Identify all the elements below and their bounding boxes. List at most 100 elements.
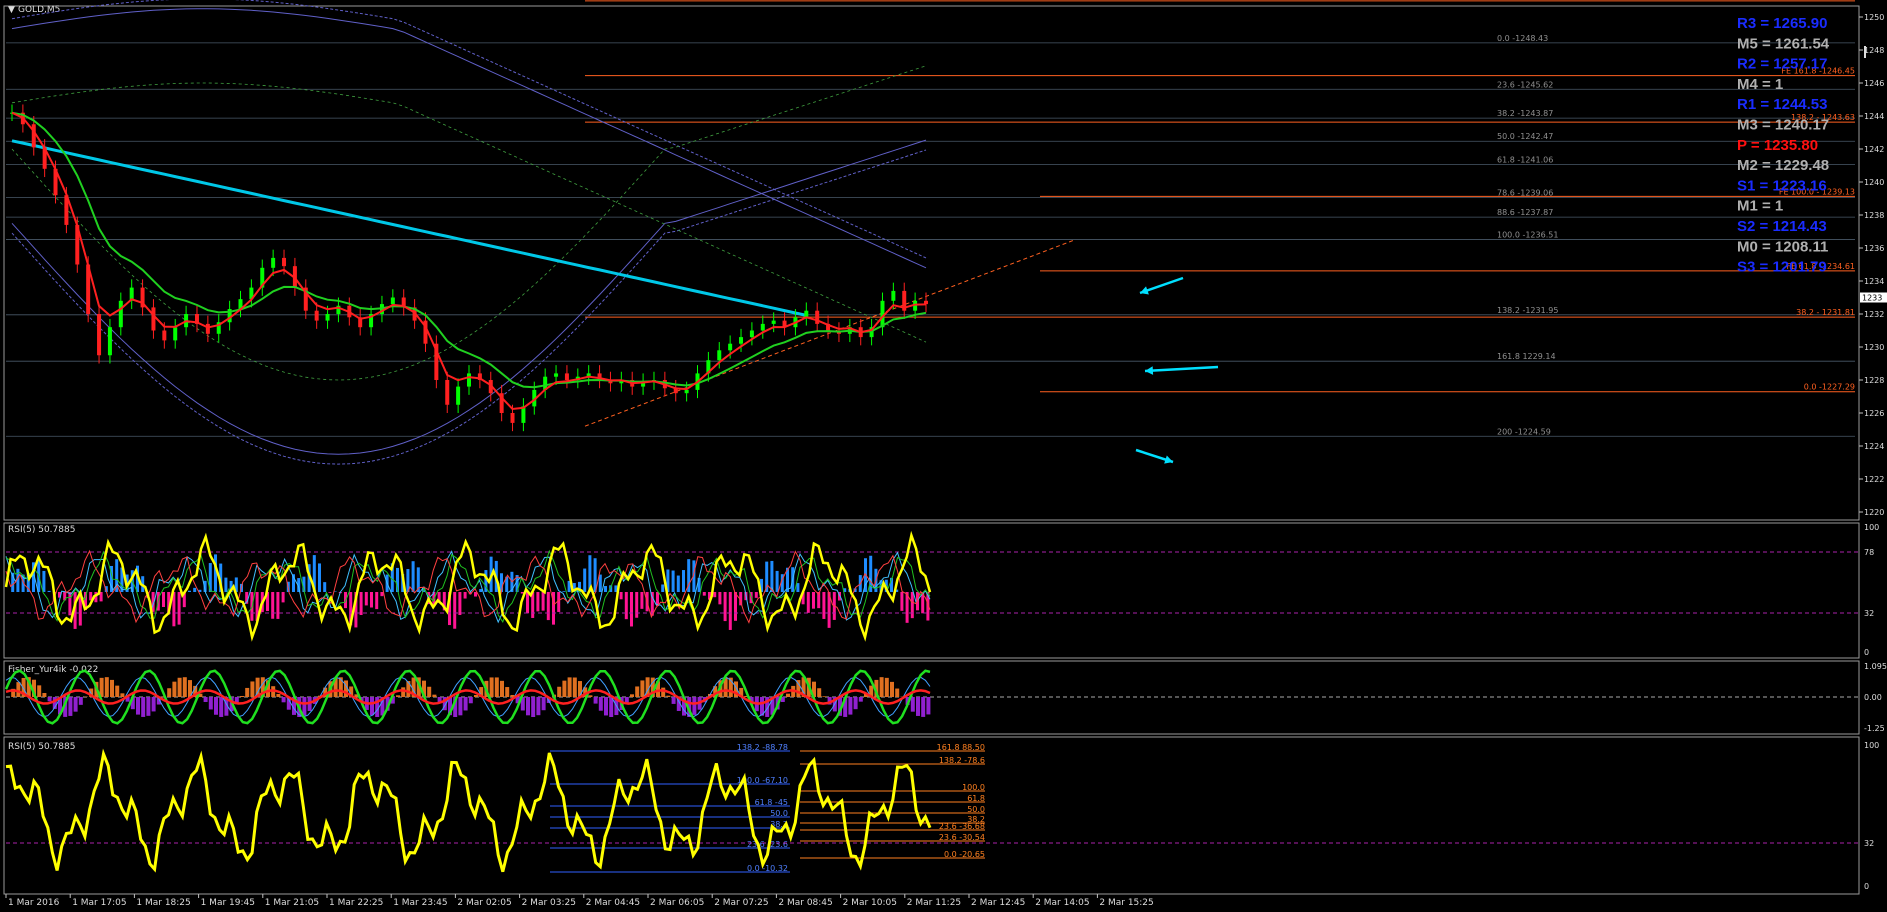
- fibo-label: 0.0 -1248.43: [1497, 34, 1548, 43]
- rsi-hist-bar: [562, 591, 565, 592]
- pivot-label: R2 = 1257.17: [1737, 56, 1828, 73]
- rsi-hist-bar: [812, 592, 815, 609]
- fisher-bar: [474, 695, 478, 697]
- fisher-bar: [79, 697, 83, 705]
- price-panel[interactable]: ▼ GOLD,M5 0.0 -1248.4323.6 -1245.6238.2 …: [4, 0, 1859, 520]
- time-label: 2 Mar 12:45: [971, 898, 1025, 908]
- fisher-bar: [588, 695, 592, 697]
- rsi-fibo-orange-label: 23.6 -36.68: [939, 822, 985, 831]
- menu-glyph[interactable]: ▼: [8, 5, 15, 15]
- fibo-label: 61.8 -1241.06: [1497, 156, 1553, 165]
- rsi-hist-bar: [724, 592, 727, 621]
- fisher-bar: [245, 688, 249, 697]
- rsi-hist-bar: [594, 558, 597, 592]
- fisher-bar: [105, 677, 109, 697]
- candle-body: [739, 337, 743, 344]
- rsi-top-panel[interactable]: RSI(5) 50.7885: [4, 523, 1859, 658]
- fisher-bar: [401, 687, 405, 697]
- rsi-hist-bar: [542, 592, 545, 611]
- fisher-bar: [427, 687, 431, 697]
- rsi-top-level: 32: [1864, 609, 1874, 618]
- fisher-bar: [370, 697, 374, 715]
- candle-body: [271, 258, 275, 268]
- fisher-bar: [822, 696, 826, 697]
- fisher-bar: [219, 697, 223, 717]
- fisher-bar: [526, 697, 530, 715]
- rsi-fibo-orange-label: 138.2 -78.6: [939, 756, 985, 765]
- pivot-label: S2 = 1214.43: [1737, 218, 1827, 235]
- chart-canvas[interactable]: ▼ GOLD,M5 0.0 -1248.4323.6 -1245.6238.2 …: [0, 0, 1887, 908]
- fibo-label: 50.0 -1242.47: [1497, 132, 1553, 141]
- fisher-bar: [630, 694, 634, 697]
- time-axis: 1 Mar 20161 Mar 17:051 Mar 18:251 Mar 19…: [6, 894, 1154, 908]
- pivot-label: M3 = 1240.17: [1737, 117, 1829, 134]
- fisher-bar: [469, 697, 473, 703]
- candle-body: [173, 327, 177, 340]
- price-tick-label: 1248: [1864, 46, 1884, 55]
- rsi-hist-bar: [807, 592, 810, 613]
- fisher-bar: [250, 681, 254, 697]
- fisher-bar: [557, 687, 561, 697]
- rsi-hist-bar: [796, 583, 799, 592]
- rsi-fibo-orange-label: 161.8 88.50: [937, 743, 985, 752]
- rsi-hist-bar: [822, 592, 825, 619]
- time-label: 2 Mar 03:25: [522, 898, 576, 908]
- candle-body: [750, 331, 754, 338]
- fisher-bar: [68, 697, 72, 716]
- fisher-bar: [661, 688, 665, 697]
- rsi-hist-bar: [583, 569, 586, 592]
- fisher-bar: [926, 697, 930, 714]
- time-label: 2 Mar 06:05: [650, 898, 704, 908]
- fisher-bar: [609, 697, 613, 717]
- rsi-hist-bar: [677, 576, 680, 592]
- fisher-bar: [895, 689, 899, 697]
- fisher-bar: [880, 677, 884, 697]
- rsi-bottom-panel[interactable]: RSI(5) 50.7885 138.2 -88.78100.0 -67.106…: [4, 737, 1859, 894]
- rsi-hist-bar: [474, 592, 477, 597]
- candle-body: [97, 314, 101, 355]
- fisher-bar: [42, 693, 46, 697]
- rsi-hist-bar: [625, 592, 628, 619]
- rsi-bottom-level: 32: [1864, 839, 1874, 848]
- fisher-bar: [396, 695, 400, 697]
- time-label: 1 Mar 22:25: [329, 898, 383, 908]
- price-tick-label: 1242: [1864, 145, 1884, 154]
- rsi-hist-bar: [375, 592, 378, 609]
- pivot-label: S1 = 1223.16: [1737, 177, 1827, 194]
- rsi-hist-bar: [48, 591, 51, 592]
- candle-body: [467, 373, 471, 386]
- fisher-bar: [500, 681, 504, 697]
- candle-body: [206, 324, 210, 334]
- candle-body: [565, 373, 569, 380]
- price-axis: 1250124812461244124212401238123612341232…: [1859, 13, 1887, 517]
- fisher-bar: [172, 682, 176, 697]
- fe-label: 200 -1250.98: [1801, 0, 1855, 1]
- rsi-hist-bar: [162, 592, 165, 607]
- fisher-bar: [183, 677, 187, 697]
- time-label: 2 Mar 08:45: [778, 898, 832, 908]
- fisher-bar: [635, 686, 639, 697]
- pivot-label: M4 = 1: [1737, 76, 1783, 93]
- fisher-bar: [141, 697, 145, 717]
- rsi-hist-bar: [640, 592, 643, 609]
- scroll-marker[interactable]: [1864, 46, 1866, 58]
- fibo-label: 200 -1224.59: [1497, 427, 1551, 436]
- fisher-bar: [625, 697, 629, 703]
- fibo-label: 88.6 -1237.87: [1497, 208, 1553, 217]
- price-tick-label: 1224: [1864, 442, 1884, 451]
- current-price-label: 1233: [1862, 294, 1882, 303]
- rsi-hist-bar: [557, 592, 560, 612]
- fisher-bar: [209, 697, 213, 709]
- fisher-bar: [146, 697, 150, 716]
- fisher-bar: [692, 697, 696, 715]
- rsi-hist-bar: [656, 592, 659, 606]
- fisher-bar: [16, 682, 20, 697]
- pivot-label: M5 = 1261.54: [1737, 35, 1830, 52]
- fisher-panel[interactable]: Fisher_Yur4ik -0.022: [4, 661, 1859, 734]
- fisher-bar: [495, 677, 499, 697]
- price-tick-label: 1246: [1864, 79, 1884, 88]
- indicator-axis: 100783201.0950.00-1.25100320: [1864, 523, 1887, 891]
- rsi-hist-bar: [360, 592, 363, 615]
- pivot-label: P = 1235.80: [1737, 137, 1818, 154]
- rsi-hist-bar: [776, 571, 779, 592]
